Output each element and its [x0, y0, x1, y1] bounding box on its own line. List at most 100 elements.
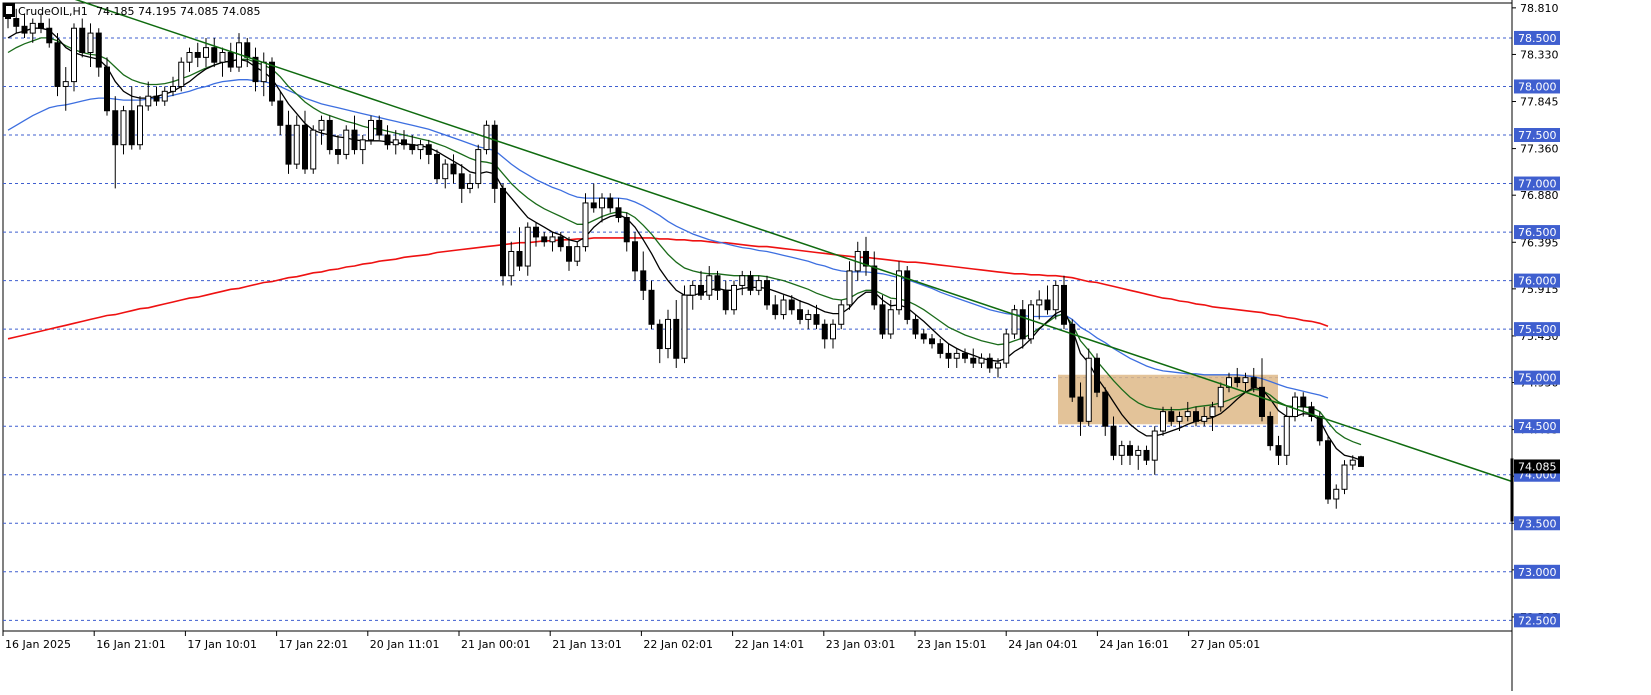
candle-body-up: [731, 284, 737, 311]
candle-body-up: [417, 144, 424, 151]
candle-body-up: [318, 119, 325, 131]
candle: [656, 319, 663, 364]
candle-body-up: [1003, 333, 1010, 364]
candle-body-down: [244, 42, 251, 58]
candle-body-down: [1250, 377, 1257, 388]
candle: [178, 57, 185, 92]
candle: [376, 115, 383, 140]
candle: [79, 18, 86, 58]
candle-body-up: [549, 236, 556, 243]
chart-canvas[interactable]: 78.81078.33077.84577.36076.88076.39575.9…: [0, 0, 1651, 691]
candle: [54, 33, 61, 97]
candle-body-down: [1325, 440, 1331, 500]
candle: [846, 261, 853, 310]
candle: [508, 241, 515, 286]
candle: [368, 115, 374, 145]
candle-body-up: [780, 299, 787, 316]
candle-body-up: [1135, 449, 1142, 456]
candlesticks: [5, 3, 1364, 509]
candle: [739, 270, 746, 296]
candle-body-down: [434, 153, 440, 180]
candle: [747, 270, 754, 296]
price-tick-label: 78.810: [1520, 2, 1559, 15]
candle: [1217, 382, 1224, 412]
candle: [722, 280, 729, 315]
candle: [805, 309, 812, 330]
candle: [541, 232, 548, 247]
candle-body-down: [970, 357, 977, 364]
candle-body-up: [665, 318, 671, 350]
candle: [1036, 290, 1043, 320]
candle: [731, 280, 737, 315]
candle: [1358, 455, 1364, 467]
candle: [194, 42, 201, 68]
level-tag-label: 73.000: [1518, 566, 1557, 579]
candle: [1135, 445, 1142, 470]
candle: [937, 338, 944, 359]
candle-body-down: [211, 47, 218, 63]
candle-body-up: [475, 149, 482, 185]
price-chart[interactable]: 78.810 78.330 77.845 77.360 76.880 76.395 75.9…: [0, 0, 1651, 691]
level-tag-label: 75.500: [1518, 323, 1557, 336]
price-tick-label: 76.880: [1520, 189, 1559, 202]
candle-body-up: [1217, 386, 1224, 408]
candle-body-down: [640, 270, 647, 291]
candle-body-up: [995, 362, 1001, 369]
candle-body-up: [1292, 396, 1298, 417]
candle-body-down: [797, 309, 803, 320]
candle-body-up: [1242, 377, 1249, 384]
candle: [1275, 435, 1282, 466]
candle-body-up: [368, 119, 374, 141]
candle: [153, 86, 160, 106]
candle-body-up: [186, 52, 193, 63]
candle: [582, 193, 589, 252]
candle: [458, 164, 465, 203]
time-tick-label: 23 Jan 15:01: [917, 638, 987, 651]
candle-body-up: [442, 163, 449, 180]
candle: [615, 198, 622, 223]
candle: [326, 115, 333, 155]
candle: [318, 115, 325, 145]
candle: [665, 309, 671, 359]
symbol-icon-inner: [6, 6, 12, 14]
candle-body-up: [574, 246, 581, 262]
candle: [236, 33, 242, 72]
candle: [986, 353, 993, 373]
time-tick-label: 21 Jan 00:01: [461, 638, 531, 651]
candle-body-up: [178, 61, 185, 87]
candle: [1267, 411, 1274, 451]
candle: [1011, 304, 1018, 339]
price-tick-label: 77.360: [1520, 143, 1559, 156]
candle-body-down: [1316, 415, 1323, 442]
candle-body-up: [599, 197, 605, 209]
candle-body-down: [541, 236, 548, 243]
time-tick-label: 16 Jan 2025: [5, 638, 71, 651]
candle-body-up: [1201, 415, 1208, 422]
candle-body-down: [450, 163, 457, 175]
candle: [970, 348, 977, 368]
candle: [293, 115, 300, 169]
candle-body-up: [524, 226, 531, 267]
candle-body-up: [1036, 299, 1043, 306]
candle-body-down: [1168, 411, 1175, 422]
candle-body-down: [879, 304, 886, 335]
candle: [929, 333, 935, 349]
candle-body-up: [219, 52, 226, 63]
candle-body-down: [623, 217, 630, 243]
candle-body-up: [681, 294, 688, 359]
candle-body-down: [945, 352, 952, 359]
candle-body-up: [359, 139, 366, 151]
candle: [359, 135, 366, 165]
candle: [417, 139, 424, 160]
candle: [170, 76, 176, 97]
candle-body-down: [194, 52, 201, 58]
candle-body-up: [260, 61, 267, 83]
candle-body-down: [566, 246, 572, 262]
candle: [920, 329, 927, 344]
candle-body-down: [458, 173, 465, 189]
level-tag-label: 73.500: [1518, 517, 1557, 530]
candle-body-up: [1160, 411, 1166, 432]
candle-body-down: [153, 95, 160, 102]
candle-body-down: [500, 187, 506, 277]
candle-body-down: [425, 144, 432, 155]
